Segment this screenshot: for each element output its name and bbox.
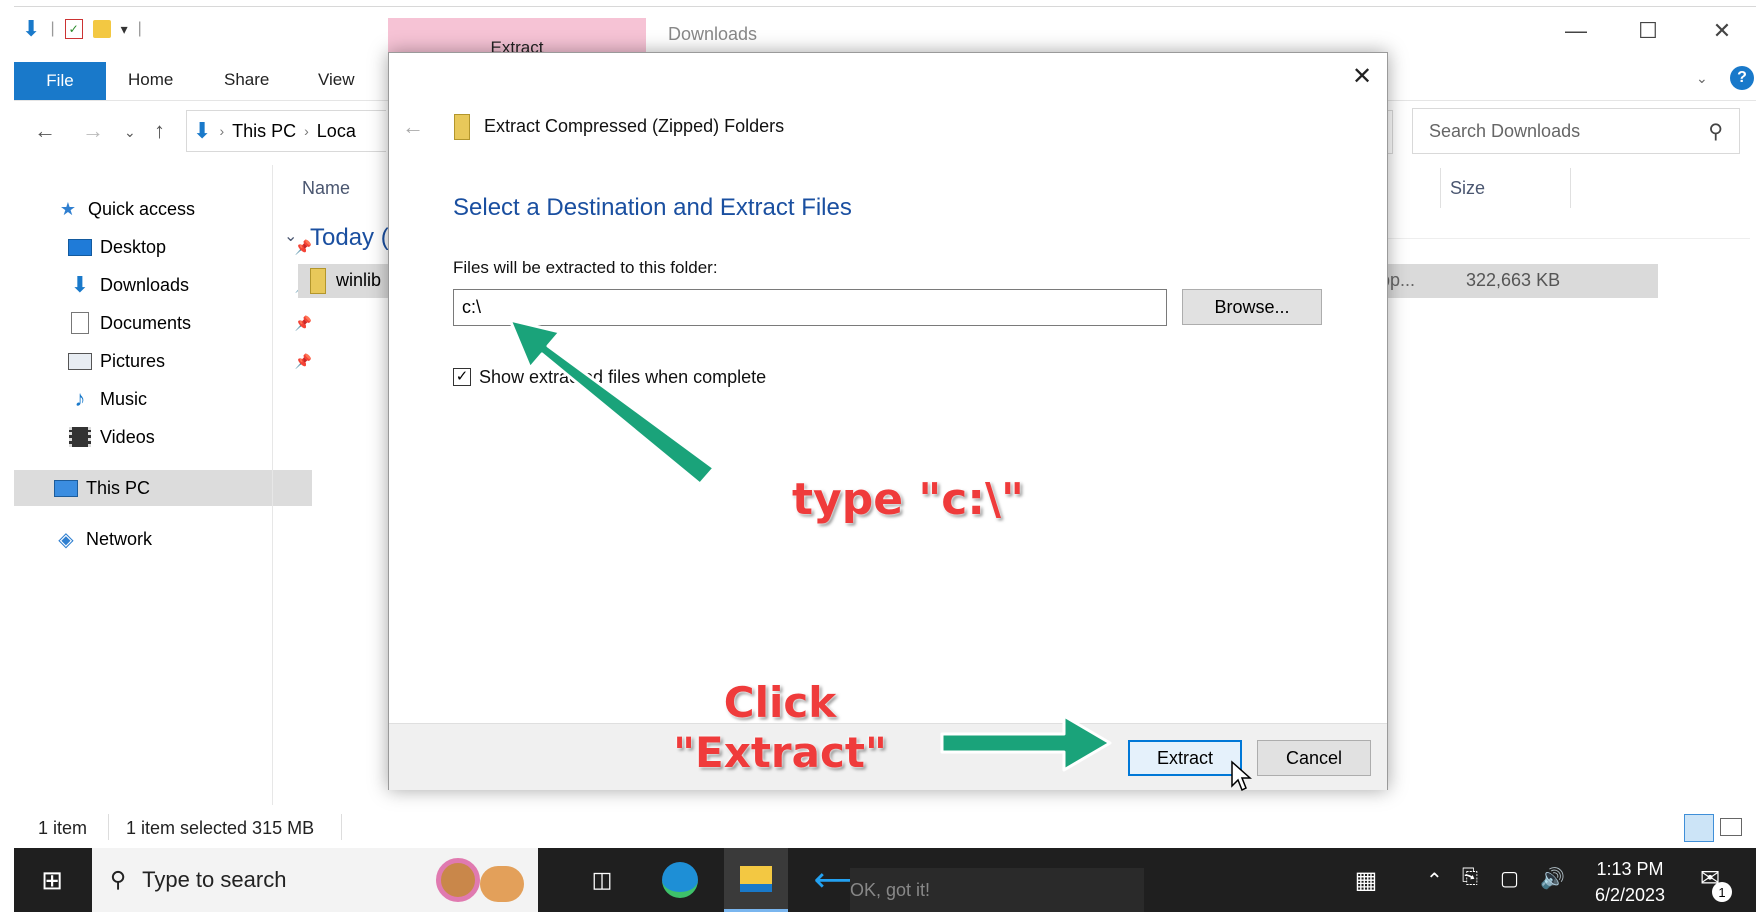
annotation-type-hint: type "c:\" [792, 474, 1024, 525]
arrow-to-extract [940, 714, 1112, 772]
annotation-click-line1: Click [723, 678, 837, 727]
annotation-click-line2: "Extract" [673, 728, 887, 777]
arrow-to-destination [508, 318, 716, 486]
annotation-click-extract: Click "Extract" [660, 678, 900, 778]
